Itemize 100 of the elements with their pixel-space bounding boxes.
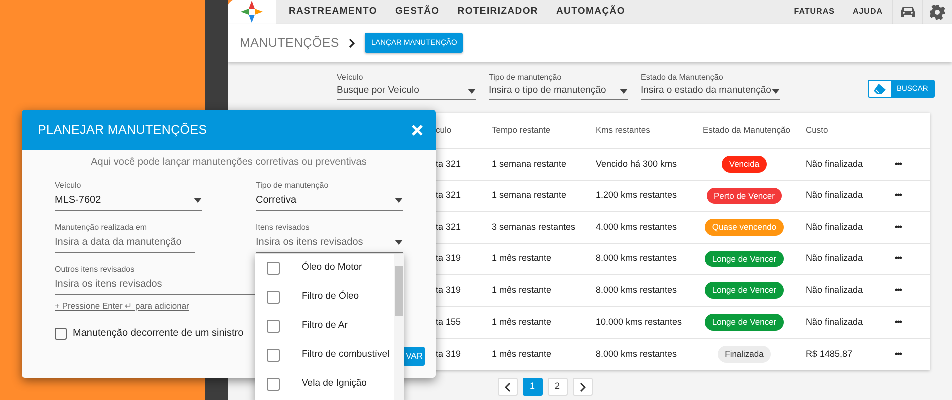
select-field[interactable]: Insira o estado da manutenção [641,84,772,98]
more-button[interactable]: ••• [895,316,930,330]
table-cell-text: 4.000 kms restantes [596,220,678,234]
option-label[interactable]: Filtro de combustível [302,348,390,363]
field-label: Itens revisados [256,223,310,233]
car-icon[interactable] [900,6,916,18]
status-badge: Vencida [722,156,767,173]
select-field[interactable]: MLS-7602 [55,193,194,208]
table-cell-text: R$ 1485,87 [806,348,854,361]
caret-icon [468,88,476,94]
column-header: Custo [806,124,830,137]
nav-link[interactable]: FATURAS [785,0,844,24]
table-cell-text: Não finalizada [806,252,864,266]
table-cell-text: 1 semana restante [492,189,568,202]
table-cell-text: 3 semanas restantes [492,220,577,234]
status-badge: Quase vencendo [705,219,784,236]
table-cell-text: 8.000 kms restantes [596,284,678,297]
column-header: culo [436,124,453,137]
table-cell-text: Vencido há 300 kms [596,158,678,171]
option-label[interactable]: Vela de Ignição [302,377,367,392]
caret-icon [395,198,403,203]
caret-icon [194,198,202,203]
field-label: Estado da Manutenção [641,73,724,83]
select-field[interactable]: Corretiva [256,193,395,208]
caret-icon [772,88,780,94]
select-field[interactable]: Busque por Veículo [337,84,468,98]
field-label: Manutenção realizada em [55,223,148,233]
table-cell-text: Não finalizada [806,189,864,202]
status-badge: Longe de Vencer [705,314,784,331]
table-cell-text: ta 319 [436,348,462,361]
nav-link[interactable]: ROTEIRIZADOR [448,0,548,24]
table-cell-text: 1 mês restante [492,252,553,266]
field-label: Veículo [337,73,364,83]
column-header: Tempo restante [492,124,552,137]
more-button[interactable]: ••• [895,189,930,203]
table-cell-text: Não finalizada [806,284,864,297]
checkbox[interactable] [55,328,67,340]
nav-link[interactable]: GESTÃO [386,0,449,24]
checkbox[interactable] [267,262,280,275]
table-cell-text: 1.200 kms restantes [596,189,678,202]
table-cell-text: 1 mês restante [492,316,553,329]
eraser-icon [874,84,886,94]
checkbox[interactable] [267,320,280,333]
more-button[interactable]: ••• [895,348,930,362]
table-cell-text: Não finalizada [806,316,864,329]
status-badge: Longe de Vencer [705,282,784,300]
table-cell-text: 1 mês restante [492,348,553,361]
next-page-button[interactable] [572,378,592,396]
modal-subtitle: Aqui você pode lançar manutenções corretivas ou preventivas [90,157,368,169]
status-badge: Longe de Vencer [705,250,784,268]
caret-icon [395,240,403,245]
column-header: Estado da Manutenção [703,124,792,137]
table-cell-text: 1 mês restante [492,284,553,297]
table-cell-text: ta 321 [436,220,462,234]
option-label[interactable]: Filtro de Óleo [302,290,360,305]
field-label: Outros itens revisados [55,265,135,275]
previous-page-button[interactable] [498,378,518,396]
caret-icon [620,88,628,94]
chevron-right-icon [349,38,356,48]
select-field[interactable]: Insira o tipo de manutenção [489,84,620,98]
page-button[interactable]: 2 [548,378,568,396]
modal-title: PLANEJAR MANUTENÇÕES [38,122,208,139]
status-badge: Finalizada [718,346,771,363]
table-cell-text: ta 319 [436,284,462,297]
close-icon[interactable] [412,124,423,136]
scrollbar-thumb[interactable] [395,266,403,316]
logo-icon[interactable] [241,1,263,23]
more-button[interactable]: ••• [895,220,930,234]
table-cell-text: 8.000 kms restantes [596,348,678,361]
input-field[interactable]: Insira a data da manutenção [55,235,195,250]
scrollbar[interactable] [394,254,404,400]
table-cell-text: 1 semana restante [492,158,568,171]
more-button[interactable]: ••• [895,284,930,298]
option-label[interactable]: Óleo do Motor [302,261,362,276]
more-button[interactable]: ••• [895,252,930,266]
table-cell-text: Não finalizada [806,220,864,234]
checkbox[interactable] [267,349,280,362]
field-label: Veículo [55,181,82,191]
table-cell-text: 10.000 kms restantes [596,316,684,329]
settings-icon[interactable] [930,4,945,20]
table-cell-text: 8.000 kms restantes [596,252,678,266]
table-cell-text: ta 321 [436,158,462,171]
more-button[interactable]: ••• [895,158,930,172]
table-cell-text: ta 319 [436,252,462,266]
page-title: MANUTENÇÕES [240,34,340,52]
checkbox[interactable] [267,291,280,304]
field-label: Tipo de manutenção [489,73,562,83]
chevron-left-icon [504,382,510,392]
checkbox-label: Manutenção decorrente de um sinistro [73,327,244,341]
column-header: Kms restantes [596,124,652,137]
nav-link[interactable]: AJUDA [844,0,892,24]
checkbox[interactable] [267,378,280,391]
hint-link[interactable]: + Pressione Enter ↵ para adicionar [55,300,190,313]
nav-link[interactable]: AUTOMAÇÃO [547,0,634,24]
option-label[interactable]: Filtro de Ar [302,319,348,334]
nav-link[interactable]: RASTREAMENTO [280,0,386,24]
table-cell-text: ta 321 [436,189,462,202]
select-field[interactable]: Insira os itens revisados [256,235,395,250]
chevron-right-icon [580,382,586,392]
status-badge: Perto de Vencer [707,188,782,204]
